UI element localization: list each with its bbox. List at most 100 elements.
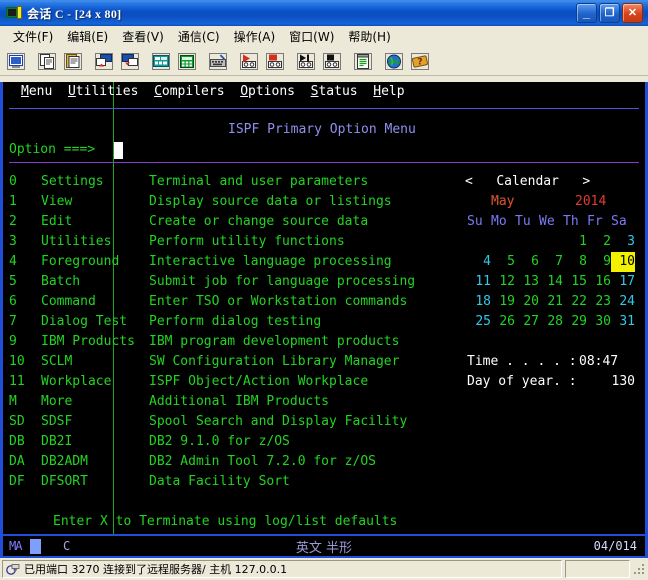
calendar-day[interactable]: 9 (587, 252, 611, 272)
option-row[interactable]: 10 SCLM SW Configuration Library Manager (9, 352, 399, 372)
calendar-day[interactable]: 7 (539, 252, 563, 272)
calendar-week-row: 25 26 27 28 29 30 31 (467, 312, 635, 332)
resize-grip[interactable] (632, 562, 646, 576)
calendar-day[interactable]: 1 (563, 232, 587, 252)
calendar-day[interactable]: 19 (491, 292, 515, 312)
menu-bar: 文件(F) 编辑(E) 查看(V) 通信(C) 操作(A) 窗口(W) 帮助(H… (0, 26, 648, 48)
internet-icon[interactable] (382, 50, 406, 73)
oia-cursor-block (30, 539, 41, 554)
calendar-day[interactable]: 8 (563, 252, 587, 272)
calendar-day[interactable]: 31 (611, 312, 635, 332)
calendar-day[interactable]: 14 (539, 272, 563, 292)
close-button[interactable]: ✕ (622, 3, 643, 23)
calendar-day[interactable]: 30 (587, 312, 611, 332)
calendar-day[interactable]: 23 (587, 292, 611, 312)
help-icon[interactable]: ? (408, 50, 432, 73)
calendar-day[interactable]: 13 (515, 272, 539, 292)
maximize-button[interactable]: ❐ (599, 3, 620, 23)
option-row[interactable]: DB DB2I DB2 9.1.0 for z/OS (9, 432, 290, 452)
calendar-day[interactable]: 5 (491, 252, 515, 272)
keyboard-setup-icon[interactable] (206, 50, 230, 73)
option-row[interactable]: DF DFSORT Data Facility Sort (9, 472, 290, 492)
menu-item-file[interactable]: 文件(F) (6, 26, 60, 47)
calendar-day[interactable]: 28 (539, 312, 563, 332)
menu-item-view[interactable]: 查看(V) (115, 26, 171, 47)
calendar-day[interactable]: 12 (491, 272, 515, 292)
option-row[interactable]: 3 Utilities Perform utility functions (9, 232, 345, 252)
calendar-day[interactable]: 15 (563, 272, 587, 292)
calendar-day[interactable]: 11 (467, 272, 491, 292)
calendar-day[interactable]: 18 (467, 292, 491, 312)
calculator-icon[interactable] (175, 50, 199, 73)
calendar-day[interactable]: 6 (515, 252, 539, 272)
calendar-day[interactable]: 26 (491, 312, 515, 332)
option-row[interactable]: 2 Edit Create or change source data (9, 212, 368, 232)
send-file-icon[interactable] (92, 50, 116, 73)
option-row[interactable]: 11 Workplace ISPF Object/Action Workplace (9, 372, 368, 392)
play-macro-icon[interactable] (294, 50, 318, 73)
title-bar[interactable]: 会话 C - [24 x 80] _ ❐ ✕ (0, 0, 648, 26)
calendar-day[interactable]: 22 (563, 292, 587, 312)
calendar-day[interactable]: 24 (611, 292, 635, 312)
option-row[interactable]: DA DB2ADM DB2 Admin Tool 7.2.0 for z/OS (9, 452, 376, 472)
calendar-day[interactable]: 21 (539, 292, 563, 312)
menu-item-edit[interactable]: 编辑(E) (60, 26, 115, 47)
calendar-day[interactable]: 2 (587, 232, 611, 252)
action-bar-utilities[interactable]: Utilities (68, 84, 138, 99)
calendar-next-arrow[interactable]: > (582, 174, 590, 189)
option-row[interactable]: 5 Batch Submit job for language processing (9, 272, 415, 292)
calendar-week-row: 18 19 20 21 22 23 24 (467, 292, 635, 312)
action-bar-options[interactable]: Options (240, 84, 295, 99)
display-session-icon[interactable] (4, 50, 28, 73)
keypad-icon[interactable] (149, 50, 173, 73)
record-macro-icon[interactable] (237, 50, 261, 73)
menu-item-help[interactable]: 帮助(H) (341, 26, 397, 47)
option-code: 2 (9, 214, 17, 229)
action-bar-compilers[interactable]: Compilers (154, 84, 224, 99)
option-name: SCLM (41, 354, 73, 369)
option-row[interactable]: 0 Settings Terminal and user parameters (9, 172, 368, 192)
calendar-day[interactable]: 4 (467, 252, 491, 272)
window-controls: _ ❐ ✕ (576, 3, 646, 23)
receive-file-icon[interactable] (118, 50, 142, 73)
close-icon: ✕ (627, 6, 638, 19)
toolbar-separator-2 (86, 52, 91, 72)
calendar-day[interactable]: 29 (563, 312, 587, 332)
option-row[interactable]: 1 View Display source data or listings (9, 192, 392, 212)
menu-item-window[interactable]: 窗口(W) (282, 26, 341, 47)
minimize-button[interactable]: _ (576, 3, 597, 23)
option-row[interactable]: M More Additional IBM Products (9, 392, 329, 412)
toolbar: ? (0, 48, 648, 76)
option-desc: Spool Search and Display Facility (149, 414, 408, 429)
calendar-day[interactable]: 16 (587, 272, 611, 292)
option-desc: DB2 9.1.0 for z/OS (149, 434, 290, 449)
option-row[interactable]: SD SDSF Spool Search and Display Facility (9, 412, 407, 432)
option-row[interactable]: 9 IBM Products IBM program development pro… (9, 332, 399, 352)
action-bar-help[interactable]: Help (373, 84, 404, 99)
calendar-day[interactable]: 3 (611, 232, 635, 252)
command-line-rule (9, 162, 639, 163)
calendar-day[interactable]: 17 (611, 272, 635, 292)
calendar-day[interactable]: 20 (515, 292, 539, 312)
option-row[interactable]: 6 Command Enter TSO or Workstation command… (9, 292, 407, 312)
stop-play-icon[interactable] (320, 50, 344, 73)
action-bar-status[interactable]: Status (311, 84, 358, 99)
copy-icon[interactable] (35, 50, 59, 73)
option-code: 1 (9, 194, 17, 209)
calendar-week-row: 11 12 13 14 15 16 17 (467, 272, 635, 292)
calendar-day[interactable]: 27 (515, 312, 539, 332)
option-row[interactable]: 7 Dialog Test Perform dialog testing (9, 312, 321, 332)
dayofyear-value: 130 (611, 374, 635, 389)
action-bar-menu[interactable]: Menu (21, 84, 52, 99)
menu-item-actions[interactable]: 操作(A) (227, 26, 283, 47)
stop-macro-icon[interactable] (263, 50, 287, 73)
calendar-prev-arrow[interactable]: < (465, 174, 473, 189)
option-desc: ISPF Object/Action Workplace (149, 374, 369, 389)
calendar-day[interactable]: 25 (467, 312, 491, 332)
calendar-day-selected[interactable]: 10 (611, 252, 635, 272)
menu-item-communication[interactable]: 通信(C) (171, 26, 227, 47)
option-row[interactable]: 4 Foreground Interactive language processi… (9, 252, 392, 272)
paste-icon[interactable] (61, 50, 85, 73)
notepad-icon[interactable] (351, 50, 375, 73)
terminal-screen[interactable]: Menu Utilities Compilers Options Status … (3, 82, 645, 534)
